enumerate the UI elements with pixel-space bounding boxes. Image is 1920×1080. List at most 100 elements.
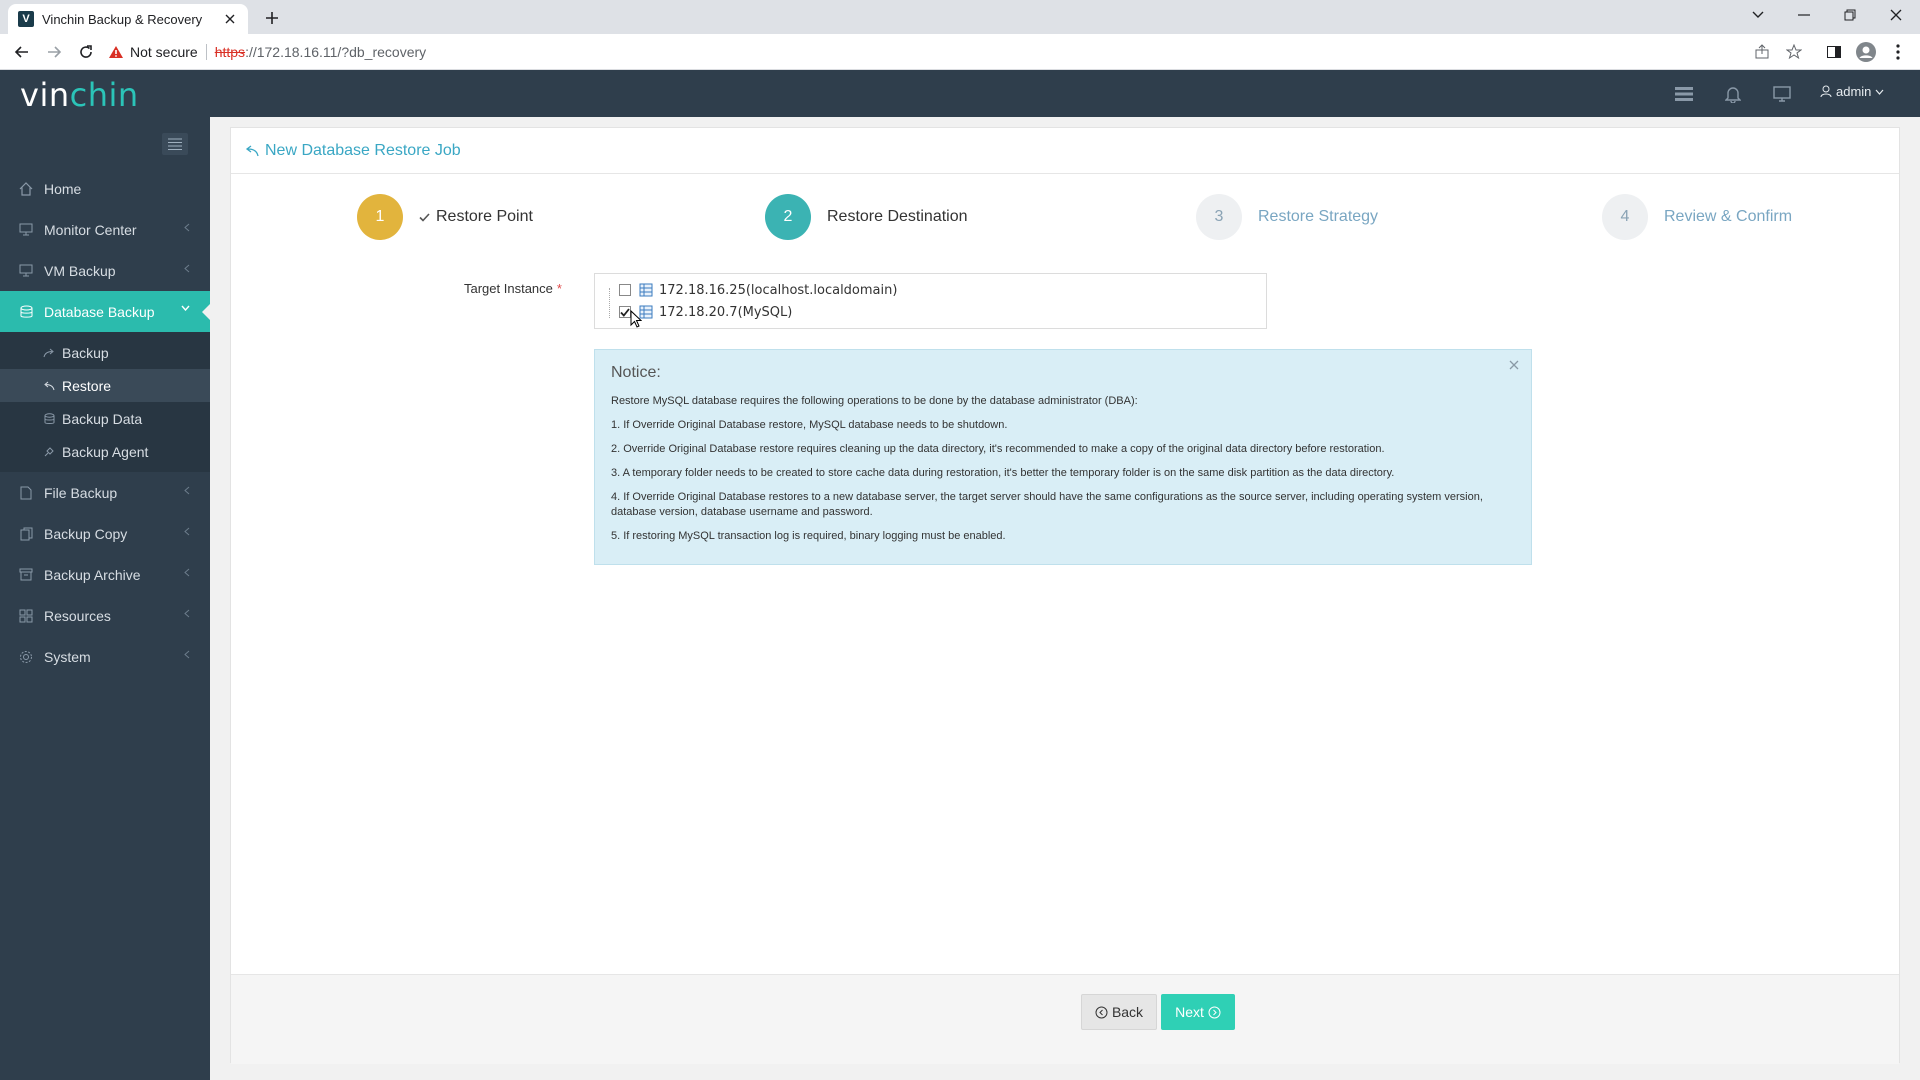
tab-close-icon[interactable] (222, 11, 238, 27)
archive-icon (18, 567, 34, 583)
instance-label: 172.18.16.25(localhost.localdomain) (659, 282, 898, 298)
target-instance-label: Target Instance * (464, 281, 562, 296)
step-number: 4 (1602, 194, 1648, 240)
reply-arrow-icon (243, 144, 259, 157)
vm-icon (18, 263, 34, 279)
sidebar-item-label: Monitor Center (44, 221, 137, 238)
back-arrow-icon[interactable] (12, 42, 32, 62)
sidebar-item-vm-backup[interactable]: VM Backup (0, 250, 210, 291)
sidebar-item-label: Backup Archive (44, 566, 141, 583)
chevron-left-icon (184, 650, 190, 659)
username-label: admin (1836, 84, 1872, 99)
sidebar-item-backup-copy[interactable]: Backup Copy (0, 513, 210, 554)
next-button[interactable]: Next (1161, 994, 1235, 1030)
sidebar-item-resources[interactable]: Resources (0, 595, 210, 636)
circle-arrow-right-icon (1208, 1006, 1221, 1019)
notice-line: 5. If restoring MySQL transaction log is… (611, 530, 1006, 542)
notice-line: 1. If Override Original Database restore… (611, 419, 1008, 431)
tree-node-instance[interactable]: 172.18.16.25(localhost.localdomain) (619, 280, 897, 300)
step-review-confirm[interactable]: 4 Review & Confirm (1602, 194, 1792, 240)
database-server-icon (639, 283, 653, 297)
url-scheme: https (214, 44, 246, 60)
chevron-left-icon (184, 486, 190, 495)
target-instance-tree: 172.18.16.25(localhost.localdomain) 172.… (594, 273, 1267, 329)
new-tab-icon[interactable] (262, 8, 282, 28)
instance-checkbox[interactable] (619, 284, 631, 296)
database-backup-submenu: Backup Restore Backup Data Backup Agent (0, 332, 210, 472)
notice-line: Restore MySQL database requires the foll… (611, 395, 1138, 407)
notice-box: Notice: Restore MySQL database requires … (594, 349, 1532, 565)
browser-toolbar: Not secure https ://172.18.16.11/?db_rec… (0, 34, 1920, 70)
sidebar-item-file-backup[interactable]: File Backup (0, 472, 210, 513)
logo-text-part1: vin (20, 76, 70, 114)
notice-line: 2. Override Original Database restore re… (611, 443, 1385, 455)
step-number: 3 (1196, 194, 1242, 240)
notice-line: 3. A temporary folder needs to be create… (611, 467, 1395, 479)
tab-search-chevron-icon[interactable] (1744, 4, 1772, 26)
sidebar-subitem-backup-agent[interactable]: Backup Agent (0, 435, 210, 468)
tree-node-instance[interactable]: 172.18.20.7(MySQL) (619, 302, 792, 322)
sidebar-toggle-icon[interactable] (162, 133, 188, 155)
wizard-steps: 1 Restore Point 2 Restore Destination 3 … (231, 194, 1899, 240)
sidebar-item-label: File Backup (44, 484, 118, 501)
minimize-icon[interactable] (1790, 4, 1818, 26)
profile-avatar-icon[interactable] (1856, 42, 1876, 62)
sidebar-item-label: Home (44, 180, 82, 197)
sidebar-subitem-backup[interactable]: Backup (0, 336, 210, 369)
warning-icon (108, 45, 124, 59)
browser-tab[interactable]: V Vinchin Backup & Recovery (8, 4, 248, 34)
monitor-screen-icon[interactable] (1772, 84, 1792, 104)
bookmark-star-icon[interactable] (1784, 42, 1804, 62)
vinchin-logo[interactable]: vinchin (20, 76, 139, 114)
user-menu[interactable]: admin (1820, 84, 1884, 99)
logo-text-part2: chin (69, 76, 139, 114)
sidebar-subitem-restore[interactable]: Restore (0, 369, 210, 402)
step-label: Restore Strategy (1258, 208, 1379, 225)
task-list-icon[interactable] (1674, 84, 1694, 104)
side-panel-icon[interactable] (1824, 42, 1844, 62)
resources-grid-icon (18, 608, 34, 624)
wizard-footer: Back Next (231, 974, 1899, 1064)
notice-title: Notice: (611, 364, 661, 381)
app-header: vinchin admin (0, 70, 1920, 117)
step-label: Restore Destination (827, 208, 968, 225)
next-button-label: Next (1175, 1004, 1204, 1020)
sidebar-item-home[interactable]: Home (0, 168, 210, 209)
file-icon (18, 485, 34, 501)
close-window-icon[interactable] (1882, 4, 1910, 26)
address-bar[interactable]: Not secure https ://172.18.16.11/?db_rec… (108, 39, 1768, 65)
sidebar-item-label: Resources (44, 607, 111, 624)
sidebar-item-label: VM Backup (44, 262, 116, 279)
tab-title: Vinchin Backup & Recovery (42, 11, 203, 27)
tree-connector-line (609, 288, 610, 318)
step-restore-strategy[interactable]: 3 Restore Strategy (1196, 194, 1378, 240)
sidebar-item-backup-archive[interactable]: Backup Archive (0, 554, 210, 595)
restore-window-icon[interactable] (1836, 4, 1864, 26)
browser-menu-icon[interactable] (1888, 42, 1908, 62)
user-icon (1820, 85, 1832, 98)
page-title: New Database Restore Job (265, 141, 461, 159)
reload-icon[interactable] (76, 42, 96, 62)
database-icon (42, 412, 56, 426)
notification-bell-icon[interactable] (1723, 84, 1743, 104)
chevron-left-icon (184, 264, 190, 273)
gear-icon (18, 649, 34, 665)
sidebar-item-system[interactable]: System (0, 636, 210, 677)
sidebar-subitem-backup-data[interactable]: Backup Data (0, 402, 210, 435)
sidebar-item-database-backup[interactable]: Database Backup (0, 291, 211, 332)
notice-line: 4. If Override Original Database restore… (611, 491, 1483, 518)
mouse-cursor-icon (630, 310, 642, 328)
step-restore-point[interactable]: 1 Restore Point (357, 194, 533, 240)
back-button[interactable]: Back (1081, 994, 1157, 1030)
sidebar-subitem-label: Backup Data (62, 410, 143, 427)
address-separator (205, 44, 207, 60)
share-icon[interactable] (1752, 42, 1772, 62)
not-secure-label[interactable]: Not secure (130, 44, 198, 60)
circle-arrow-left-icon (1095, 1006, 1108, 1019)
chevron-left-icon (184, 527, 190, 536)
step-restore-destination[interactable]: 2 Restore Destination (765, 194, 968, 240)
sidebar-item-monitor-center[interactable]: Monitor Center (0, 209, 210, 250)
reply-arrow-icon (42, 379, 56, 393)
forward-arrow-icon[interactable] (44, 42, 64, 62)
close-icon[interactable] (1509, 360, 1519, 370)
